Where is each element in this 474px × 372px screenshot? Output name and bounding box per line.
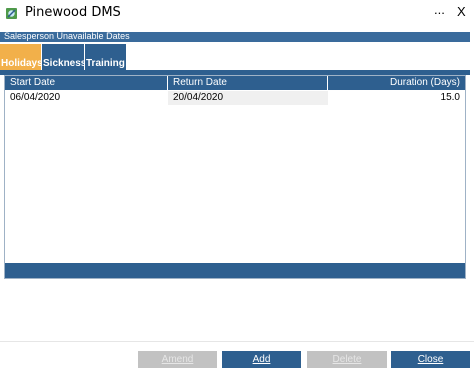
add-button[interactable]: Add: [222, 351, 301, 368]
title-bar: Pinewood DMS ... X: [0, 0, 474, 28]
column-header-duration[interactable]: Duration (Days): [328, 76, 465, 90]
cell-duration: 15.0: [328, 91, 465, 105]
tab-training[interactable]: Training: [85, 44, 126, 70]
more-options-button[interactable]: ...: [434, 2, 445, 18]
tab-sickness-label: Sickness: [43, 58, 87, 69]
grid-header: Start Date Return Date Duration (Days): [5, 76, 465, 90]
amend-button[interactable]: Amend: [138, 351, 217, 368]
delete-button[interactable]: Delete: [307, 351, 387, 368]
close-button[interactable]: Close: [391, 351, 470, 368]
grid-footer: [5, 263, 465, 278]
pinewood-app-icon: [6, 8, 17, 19]
section-title: Salesperson Unavailable Dates: [4, 31, 130, 41]
table-row[interactable]: 06/04/2020 20/04/2020 15.0: [5, 91, 465, 105]
cell-start-date: 06/04/2020: [5, 91, 167, 105]
button-bar-divider: [0, 341, 474, 342]
tab-sickness[interactable]: Sickness: [42, 44, 87, 70]
column-header-return-date[interactable]: Return Date: [168, 76, 328, 90]
tab-training-label: Training: [86, 58, 125, 69]
column-header-start-date[interactable]: Start Date: [5, 76, 168, 90]
tab-holidays[interactable]: Holidays: [0, 44, 43, 70]
cell-return-date: 20/04/2020: [168, 91, 328, 105]
window-close-button[interactable]: X: [457, 4, 466, 20]
section-header: Salesperson Unavailable Dates: [0, 31, 470, 42]
tab-holidays-label: Holidays: [1, 58, 43, 69]
holidays-grid: Start Date Return Date Duration (Days) 0…: [4, 75, 466, 279]
window-title: Pinewood DMS: [25, 5, 121, 20]
